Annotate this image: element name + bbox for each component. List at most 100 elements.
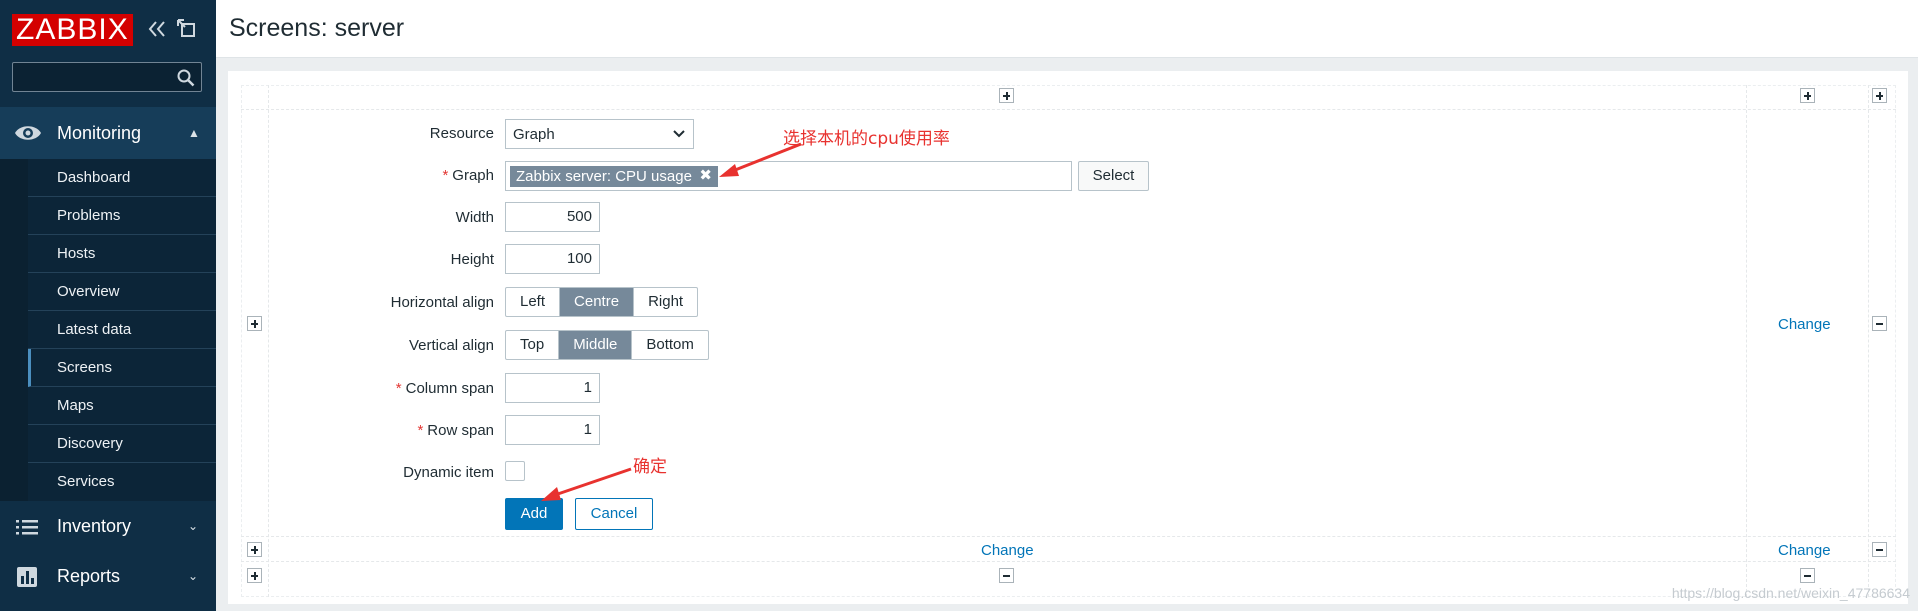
select-graph-button[interactable]: Select xyxy=(1078,161,1149,191)
menu-inventory-label: Inventory xyxy=(57,515,132,536)
width-input[interactable]: 500 xyxy=(505,202,600,232)
menu-reports-label: Reports xyxy=(57,565,121,586)
list-icon xyxy=(16,520,38,535)
valign-top-option[interactable]: Top xyxy=(506,331,560,359)
selected-graph-text: Zabbix server: CPU usage xyxy=(516,168,692,185)
grid-line xyxy=(241,561,1896,562)
sidebar-item-discovery[interactable]: Discovery xyxy=(28,425,216,463)
bar-chart-icon xyxy=(17,567,37,587)
required-mark: * xyxy=(417,422,424,439)
vertical-align-radio: Top Middle Bottom xyxy=(505,330,709,360)
dynamic-item-label: Dynamic item xyxy=(403,464,494,481)
sidebar-item-label: Screens xyxy=(57,359,113,376)
sidebar-item-dashboard[interactable]: Dashboard xyxy=(28,159,216,197)
submenu-rail xyxy=(0,159,28,501)
annotation-arrow-icon xyxy=(541,467,632,501)
page-header: Screens: server xyxy=(216,0,1918,58)
sidebar-item-label: Services xyxy=(57,473,115,490)
grid-line xyxy=(1868,85,1869,597)
remove-row-button[interactable] xyxy=(1872,316,1887,331)
add-column-button[interactable] xyxy=(1800,88,1815,103)
sidebar-item-label: Overview xyxy=(57,283,120,300)
monitoring-submenu: Dashboard Problems Hosts Overview Latest… xyxy=(0,159,216,501)
menu-monitoring[interactable]: Monitoring ▲ xyxy=(0,107,216,159)
chevron-down-icon: ⌄ xyxy=(188,519,199,533)
sidebar-item-label: Hosts xyxy=(57,245,96,262)
sidebar-item-label: Problems xyxy=(57,207,121,224)
search-input[interactable] xyxy=(13,63,173,91)
change-cell-link[interactable]: Change xyxy=(1778,316,1831,333)
grid-line xyxy=(241,536,1896,537)
remove-column-button[interactable] xyxy=(999,568,1014,583)
dynamic-item-checkbox[interactable] xyxy=(505,461,525,481)
valign-middle-option[interactable]: Middle xyxy=(559,331,633,359)
halign-left-option[interactable]: Left xyxy=(506,288,561,316)
add-column-button[interactable] xyxy=(1872,88,1887,103)
required-mark: * xyxy=(442,167,449,184)
sidebar-item-label: Latest data xyxy=(57,321,132,338)
remove-row-button[interactable] xyxy=(1872,542,1887,557)
remove-column-button[interactable] xyxy=(1800,568,1815,583)
sidebar-item-problems[interactable]: Problems xyxy=(28,197,216,235)
column-span-label: * Column span xyxy=(244,380,494,397)
menu-inventory[interactable]: Inventory ⌄ xyxy=(0,501,216,551)
resource-label: Resource xyxy=(429,125,494,142)
row-span-input[interactable]: 1 xyxy=(505,415,600,445)
row-span-label-text: Row span xyxy=(427,422,494,439)
annotation-select-cpu: 选择本机的cpu使用率 xyxy=(783,129,950,149)
change-cell-link[interactable]: Change xyxy=(1778,542,1831,559)
chevron-down-icon: ⌄ xyxy=(188,569,199,583)
resource-select[interactable]: Graph xyxy=(505,119,694,149)
sidebar-item-maps[interactable]: Maps xyxy=(28,387,216,425)
horizontal-align-label: Horizontal align xyxy=(390,294,494,311)
sidebar-item-label: Maps xyxy=(57,397,94,414)
add-row-button[interactable] xyxy=(247,542,262,557)
add-column-button[interactable] xyxy=(999,88,1014,103)
sidebar-item-hosts[interactable]: Hosts xyxy=(28,235,216,273)
remove-tag-icon[interactable]: ✖ xyxy=(699,166,712,186)
eye-icon xyxy=(15,126,41,140)
sidebar-item-label: Dashboard xyxy=(57,169,131,186)
grid-line xyxy=(1746,85,1747,597)
column-span-input[interactable]: 1 xyxy=(505,373,600,403)
page-title: Screens: server xyxy=(229,14,405,42)
resource-select-value: Graph xyxy=(513,126,555,143)
column-span-label-text: Column span xyxy=(405,380,494,397)
sidebar: ZABBIX Monitoring ▲ Dashboard Problems H… xyxy=(0,0,216,611)
annotation-arrow-icon xyxy=(719,142,802,177)
sidebar-item-services[interactable]: Services xyxy=(28,463,216,501)
kiosk-icon xyxy=(177,19,195,37)
sidebar-item-latest-data[interactable]: Latest data xyxy=(28,311,216,349)
chevron-up-icon: ▲ xyxy=(188,126,200,140)
sidebar-item-overview[interactable]: Overview xyxy=(28,273,216,311)
row-span-label: * Row span xyxy=(244,422,494,439)
vertical-align-label: Vertical align xyxy=(408,337,494,354)
sidebar-item-screens[interactable]: Screens xyxy=(28,349,216,387)
collapse-sidebar-button[interactable] xyxy=(146,18,168,42)
zabbix-logo[interactable]: ZABBIX xyxy=(12,14,133,46)
required-mark: * xyxy=(395,380,402,397)
sidebar-search xyxy=(12,62,202,92)
graph-label-text: Graph xyxy=(452,167,494,184)
menu-monitoring-label: Monitoring xyxy=(57,122,142,143)
selected-graph-tag: Zabbix server: CPU usage ✖ xyxy=(510,166,718,187)
change-cell-link[interactable]: Change xyxy=(981,542,1034,559)
graph-label: * Graph xyxy=(244,167,494,184)
watermark: https://blog.csdn.net/weixin_47786634 xyxy=(1671,585,1910,601)
height-input[interactable]: 100 xyxy=(505,244,600,274)
add-row-button[interactable] xyxy=(247,568,262,583)
annotation-confirm: 确定 xyxy=(633,457,667,477)
valign-bottom-option[interactable]: Bottom xyxy=(632,331,708,359)
grid-line xyxy=(241,109,1896,110)
chevron-down-icon xyxy=(673,130,685,138)
sidebar-item-label: Discovery xyxy=(57,435,123,452)
height-label: Height xyxy=(450,251,494,268)
halign-centre-option[interactable]: Centre xyxy=(560,288,635,316)
double-chevron-left-icon xyxy=(148,21,165,37)
menu-reports[interactable]: Reports ⌄ xyxy=(0,551,216,601)
halign-right-option[interactable]: Right xyxy=(634,288,697,316)
kiosk-mode-button[interactable] xyxy=(176,18,196,38)
add-row-button[interactable] xyxy=(247,316,262,331)
width-label: Width xyxy=(455,209,494,226)
search-icon[interactable] xyxy=(177,69,195,87)
